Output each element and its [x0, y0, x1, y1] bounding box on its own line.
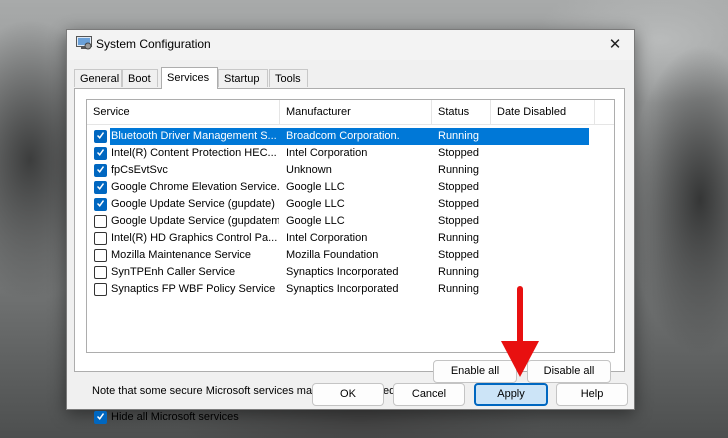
tab-general[interactable]: General [74, 69, 122, 87]
services-tab-panel: Service Manufacturer Status Date Disable… [74, 88, 625, 424]
tab-services[interactable]: Services [161, 67, 218, 89]
service-name: Bluetooth Driver Management S... [111, 130, 277, 142]
check-icon [97, 413, 104, 420]
service-status: Stopped [438, 147, 479, 159]
service-manufacturer: Unknown [286, 164, 332, 176]
service-checkbox[interactable] [94, 283, 107, 296]
service-checkbox[interactable] [94, 181, 107, 194]
service-name: Google Update Service (gupdate) [111, 198, 275, 210]
service-status: Running [438, 283, 479, 295]
close-icon[interactable]: ✕ [602, 34, 628, 56]
service-checkbox[interactable] [94, 147, 107, 160]
column-header-service[interactable]: Service [87, 100, 280, 124]
service-date-disabled [497, 213, 587, 230]
service-date-disabled [497, 162, 587, 179]
column-header-manufacturer[interactable]: Manufacturer [280, 100, 432, 124]
column-header-date-disabled[interactable]: Date Disabled [491, 100, 595, 124]
check-icon [97, 200, 104, 207]
tab-startup[interactable]: Startup [218, 69, 268, 87]
list-header: Service Manufacturer Status Date Disable… [87, 100, 614, 125]
service-manufacturer: Mozilla Foundation [286, 249, 379, 261]
table-row[interactable]: Google Update Service (gupdatem) Google L… [91, 213, 589, 230]
service-status: Stopped [438, 215, 479, 227]
service-manufacturer: Google LLC [286, 198, 345, 210]
service-name: Intel(R) Content Protection HEC... [111, 147, 277, 159]
service-status: Stopped [438, 181, 479, 193]
service-checkbox[interactable] [94, 266, 107, 279]
service-name: Intel(R) HD Graphics Control Pa... [111, 232, 278, 244]
table-row[interactable]: Google Chrome Elevation Service... Google… [91, 179, 589, 196]
service-checkbox[interactable] [94, 164, 107, 177]
service-status: Running [438, 232, 479, 244]
service-checkbox[interactable] [94, 249, 107, 262]
table-row[interactable]: Intel(R) Content Protection HEC... Intel … [91, 145, 589, 162]
service-manufacturer: Synaptics Incorporated [286, 283, 399, 295]
red-arrow-annotation [501, 286, 539, 377]
table-row[interactable]: Intel(R) HD Graphics Control Pa... Intel … [91, 230, 589, 247]
service-name: SynTPEnh Caller Service [111, 266, 236, 278]
check-icon [97, 149, 104, 156]
service-status: Running [438, 164, 479, 176]
service-checkbox[interactable] [94, 232, 107, 245]
service-status: Running [438, 266, 479, 278]
table-row[interactable]: Bluetooth Driver Management S... Broadcom… [91, 128, 589, 145]
service-date-disabled [497, 179, 587, 196]
table-row[interactable]: Google Update Service (gupdate) Google LL… [91, 196, 589, 213]
hide-microsoft-services-checkbox[interactable] [94, 411, 107, 424]
ok-button[interactable]: OK [312, 383, 384, 406]
check-icon [97, 166, 104, 173]
service-date-disabled [497, 230, 587, 247]
table-row[interactable]: Mozilla Maintenance Service Mozilla Found… [91, 247, 589, 264]
service-date-disabled [497, 196, 587, 213]
system-configuration-dialog: System Configuration ✕ General Boot Serv… [66, 29, 635, 424]
service-manufacturer: Google LLC [286, 181, 345, 193]
service-date-disabled [497, 128, 587, 145]
help-button[interactable]: Help [556, 383, 628, 406]
service-status: Stopped [438, 249, 479, 261]
table-row[interactable]: SynTPEnh Caller Service Synaptics Incorpo… [91, 264, 589, 281]
service-name: Google Update Service (gupdatem) [111, 215, 279, 227]
apply-button[interactable]: Apply [474, 383, 548, 406]
service-checkbox[interactable] [94, 130, 107, 143]
service-manufacturer: Intel Corporation [286, 232, 368, 244]
service-status: Stopped [438, 198, 479, 210]
service-date-disabled [497, 264, 587, 281]
service-name: Mozilla Maintenance Service [111, 249, 252, 261]
title-bar[interactable]: System Configuration ✕ [67, 30, 634, 60]
tab-boot[interactable]: Boot [122, 69, 158, 87]
service-name: Google Chrome Elevation Service... [111, 181, 279, 193]
service-name: Synaptics FP WBF Policy Service [111, 283, 276, 295]
system-configuration-icon [76, 36, 92, 50]
tab-tools[interactable]: Tools [269, 69, 308, 87]
table-row[interactable]: fpCsEvtSvc Unknown Running [91, 162, 589, 179]
hide-microsoft-services-label: Hide all Microsoft services [111, 411, 239, 423]
service-manufacturer: Google LLC [286, 215, 345, 227]
check-icon [97, 132, 104, 139]
service-checkbox[interactable] [94, 198, 107, 211]
cancel-button[interactable]: Cancel [393, 383, 465, 406]
service-date-disabled [497, 145, 587, 162]
service-manufacturer: Intel Corporation [286, 147, 368, 159]
service-date-disabled [497, 247, 587, 264]
column-header-status[interactable]: Status [432, 100, 491, 124]
service-manufacturer: Synaptics Incorporated [286, 266, 399, 278]
service-name: fpCsEvtSvc [111, 164, 168, 176]
window-title: System Configuration [96, 37, 211, 51]
check-icon [97, 183, 104, 190]
service-checkbox[interactable] [94, 215, 107, 228]
service-manufacturer: Broadcom Corporation. [286, 130, 400, 142]
service-status: Running [438, 130, 479, 142]
